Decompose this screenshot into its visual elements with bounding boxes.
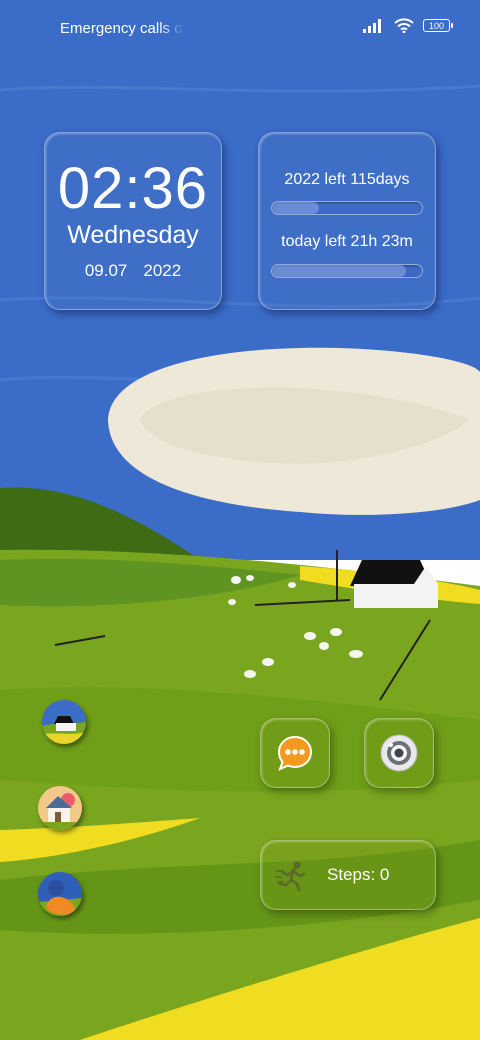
cottage-landscape-icon <box>42 700 86 744</box>
app-shortcut-house[interactable] <box>38 786 82 830</box>
battery-icon: 100 <box>423 19 453 32</box>
clock-widget[interactable]: 02:36 Wednesday 09.07 2022 <box>44 132 222 310</box>
year-progress-fill <box>272 202 319 214</box>
battery-level: 100 <box>428 20 445 31</box>
messages-button[interactable] <box>260 718 330 788</box>
clock-time: 02:36 <box>57 156 209 221</box>
runner-icon <box>275 861 306 892</box>
camera-button[interactable] <box>364 718 434 788</box>
chat-bubble-icon <box>277 735 313 771</box>
year-progress-label: 2022 left 115days <box>284 171 410 188</box>
time-progress-widget[interactable]: 2022 left 115days today left 21h 23m <box>258 132 436 310</box>
app-shortcut-cottage[interactable] <box>42 700 86 744</box>
day-progress-fill <box>272 265 406 277</box>
app-shortcut-duck[interactable] <box>38 872 82 916</box>
clock-date: 09.07 2022 <box>45 261 221 281</box>
clock-weekday: Wednesday <box>67 221 199 249</box>
signal-bars-icon <box>363 18 381 33</box>
duck-icon <box>38 872 82 916</box>
day-progress-bar <box>271 264 423 278</box>
wifi-icon <box>394 18 414 33</box>
camera-lens-icon <box>380 734 418 772</box>
steps-widget[interactable]: Steps: 0 <box>260 840 436 910</box>
house-sunset-icon <box>38 786 82 830</box>
year-progress-bar <box>271 201 423 215</box>
steps-count: Steps: 0 <box>327 865 390 884</box>
status-bar: Emergency calls o 100 <box>0 0 480 56</box>
carrier-text: Emergency calls o <box>60 20 183 37</box>
clock-date-year: 2022 <box>143 261 182 280</box>
clock-date-day: 09.07 <box>84 261 128 280</box>
day-progress-label: today left 21h 23m <box>281 233 413 250</box>
status-icons: 100 <box>363 18 453 33</box>
